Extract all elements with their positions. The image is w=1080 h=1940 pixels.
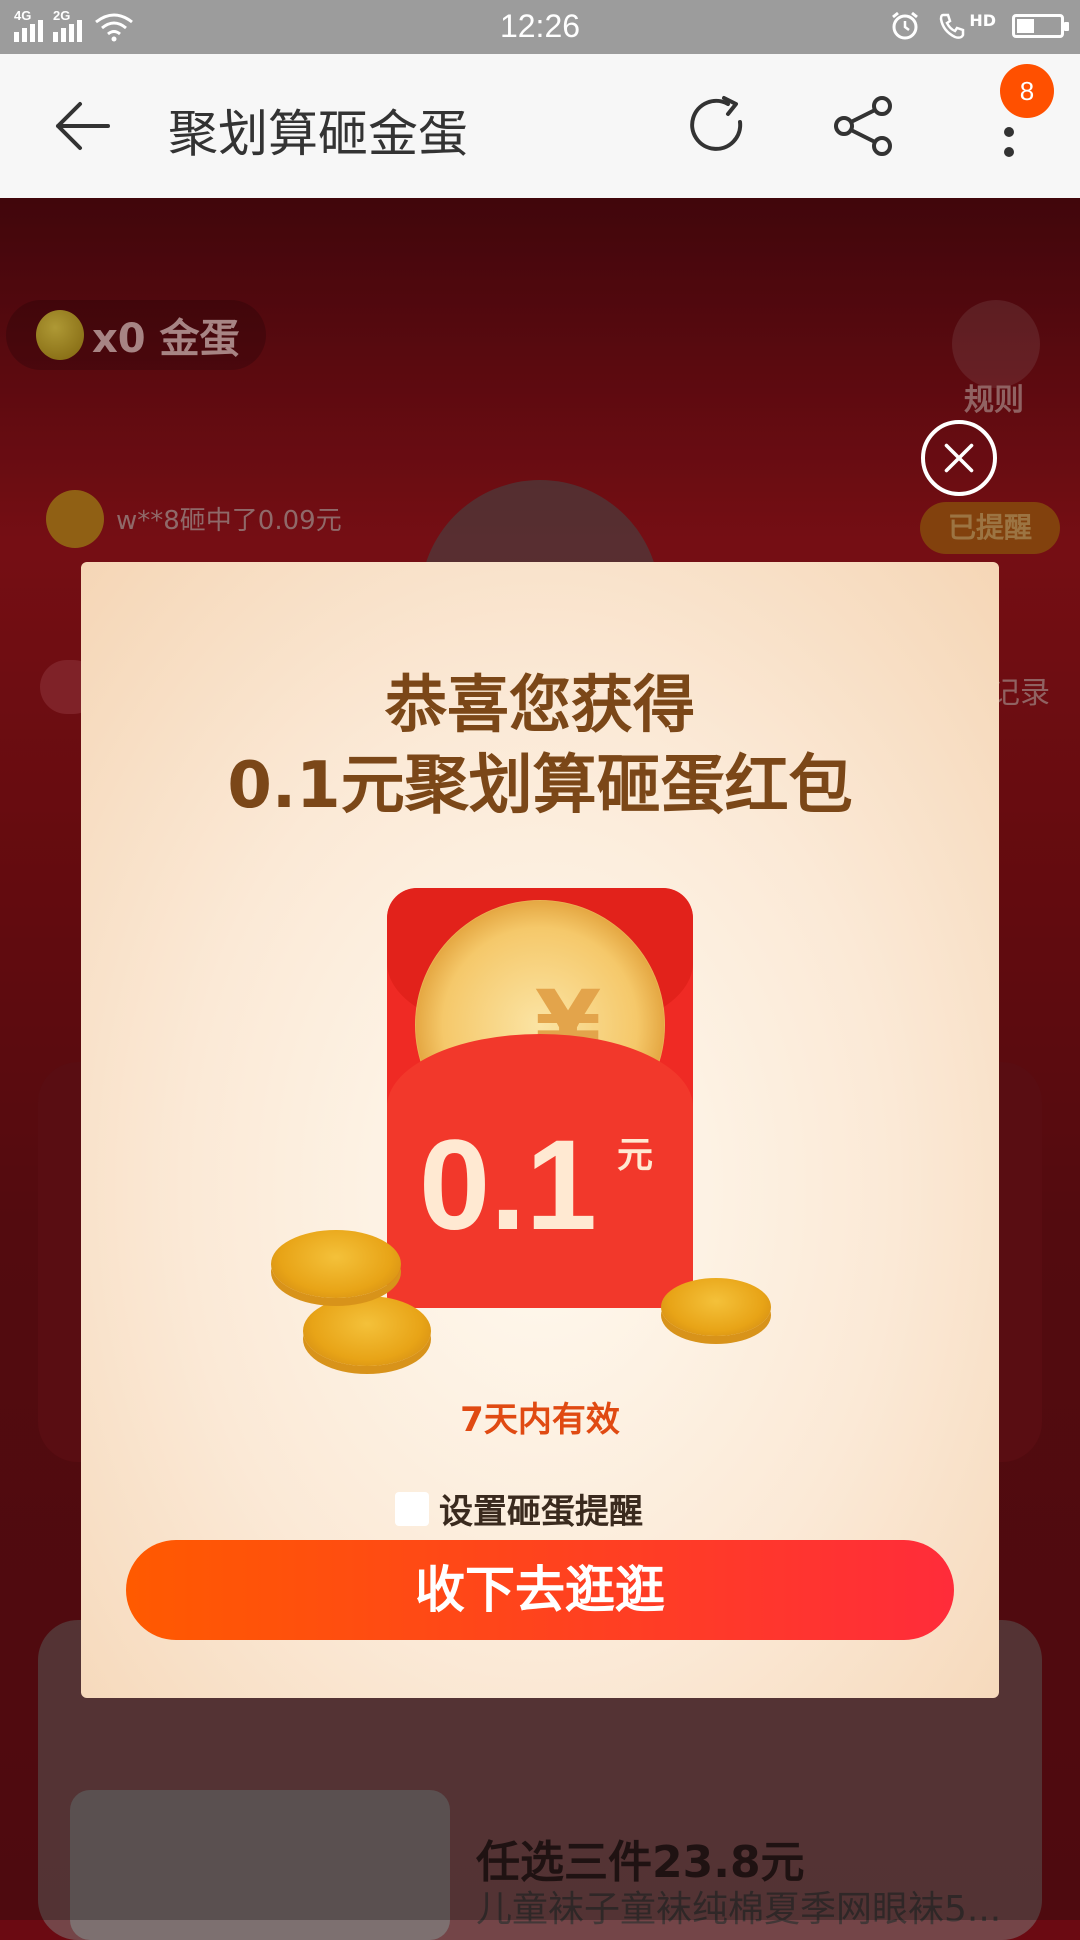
gold-coin-icon xyxy=(271,1230,401,1298)
reminder-row[interactable]: 设置砸蛋提醒 xyxy=(395,1484,643,1533)
reminder-label: 设置砸蛋提醒 xyxy=(439,1492,643,1532)
reward-unit: 元 xyxy=(617,1135,654,1176)
status-right: HD xyxy=(889,10,1069,42)
reward-modal: 恭喜您获得 0.1元聚划算砸蛋红包 ¥ 0.1 元 7天内有效 设置砸蛋提醒 收… xyxy=(81,562,999,1698)
gold-coin-icon xyxy=(303,1296,431,1366)
accept-button[interactable]: 收下去逛逛 xyxy=(126,1540,954,1640)
battery-icon xyxy=(1012,14,1069,38)
modal-title-line2: 0.1元聚划算砸蛋红包 xyxy=(227,749,853,823)
status-bar: 4G 2G 12:26 HD xyxy=(0,0,1080,54)
page-title: 聚划算砸金蛋 xyxy=(168,105,468,163)
modal-title-line1: 恭喜您获得 xyxy=(384,668,695,741)
refresh-icon[interactable] xyxy=(684,92,752,160)
hd-label: HD xyxy=(969,11,996,30)
back-arrow-icon[interactable] xyxy=(50,94,114,158)
phone-icon xyxy=(940,13,965,39)
call-hd-indicator: HD xyxy=(937,11,996,41)
navigation-bar: 聚划算砸金蛋 xyxy=(0,54,1080,198)
reward-amount: 0.1 xyxy=(419,1114,597,1257)
reminder-checkbox[interactable] xyxy=(395,1491,429,1526)
close-icon[interactable] xyxy=(921,420,997,496)
gold-coin-icon xyxy=(661,1278,771,1336)
notification-badge[interactable]: 8 xyxy=(1000,64,1054,118)
alarm-icon xyxy=(892,11,919,40)
red-packet: ¥ 0.1 元 xyxy=(387,888,693,1308)
share-icon[interactable] xyxy=(832,94,896,158)
validity-text: 7天内有效 xyxy=(460,1400,620,1440)
